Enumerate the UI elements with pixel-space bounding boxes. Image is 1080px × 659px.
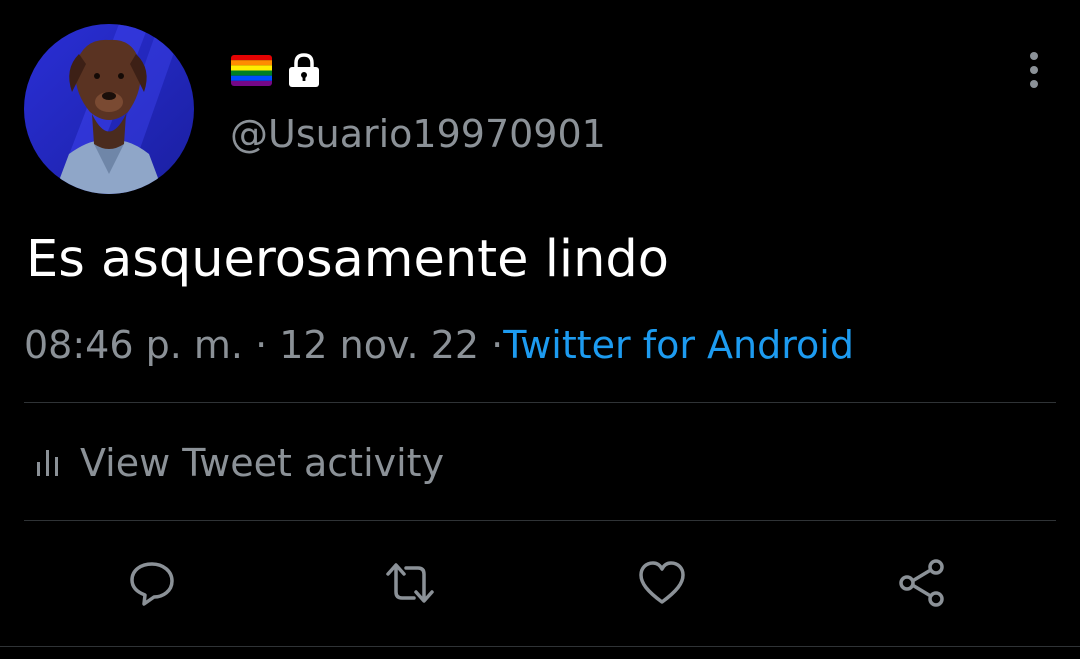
- lock-icon: [286, 52, 322, 88]
- view-tweet-activity-button[interactable]: View Tweet activity: [34, 436, 444, 490]
- avatar[interactable]: [24, 24, 194, 194]
- user-handle[interactable]: @Usuario19970901: [230, 112, 606, 156]
- tweet-date[interactable]: 12 nov. 22: [279, 323, 479, 367]
- share-icon[interactable]: [896, 558, 946, 608]
- divider: [0, 646, 1080, 647]
- meta-separator: ·: [491, 323, 504, 367]
- meta-separator: ·: [255, 323, 268, 367]
- reply-icon[interactable]: [127, 558, 177, 608]
- tweet-meta: 08:46 p. m. · 12 nov. 22 ·Twitter for An…: [24, 320, 854, 370]
- divider: [24, 520, 1056, 521]
- rainbow-flag-icon: [231, 55, 272, 86]
- tweet-source-link[interactable]: Twitter for Android: [503, 323, 854, 367]
- tweet-time: 08:46 p. m.: [24, 323, 243, 367]
- divider: [24, 402, 1056, 403]
- tweet-text: Es asquerosamente lindo: [26, 230, 669, 289]
- view-tweet-activity-label: View Tweet activity: [80, 441, 445, 485]
- bar-chart-icon: [37, 450, 58, 476]
- retweet-icon[interactable]: [382, 558, 434, 608]
- more-vertical-icon[interactable]: [1018, 48, 1050, 92]
- like-icon[interactable]: [637, 558, 687, 608]
